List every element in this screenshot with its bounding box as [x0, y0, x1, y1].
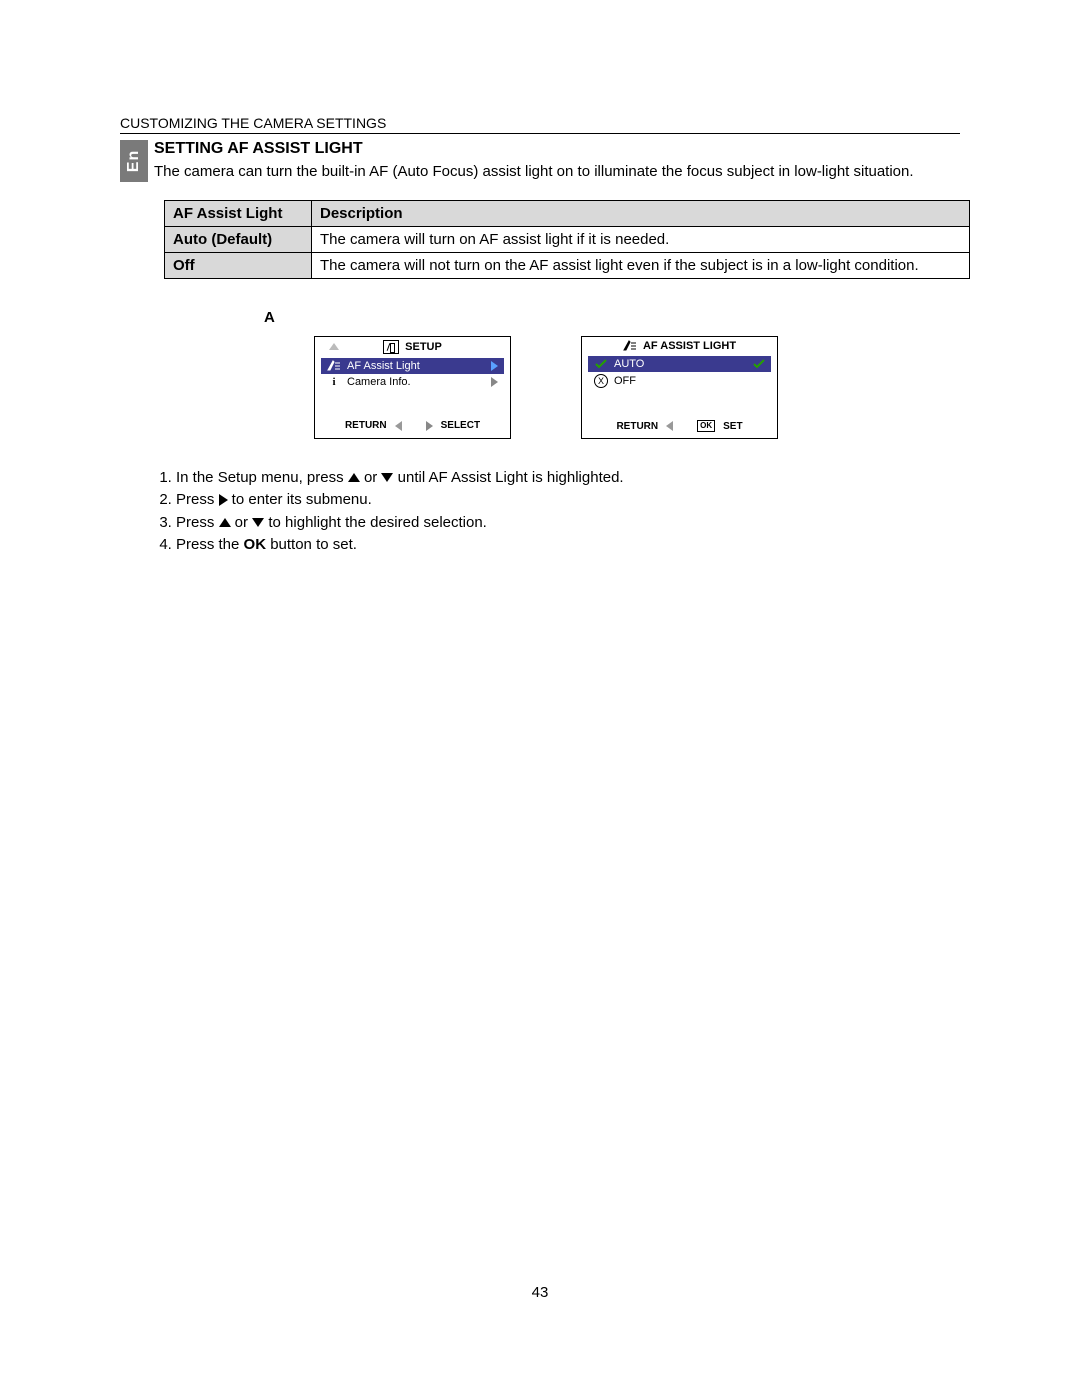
step-1: In the Setup menu, press or until AF Ass… — [176, 467, 960, 490]
language-tab: En — [120, 140, 148, 182]
figure-label: A — [264, 309, 960, 326]
menu-label: Camera Info. — [347, 376, 411, 388]
setup-panel: SETUP AF Assist Light i Camera Info — [314, 336, 511, 439]
step-text: until AF Assist Light is highlighted. — [393, 469, 623, 486]
panel-footer: RETURN SELECT — [315, 390, 510, 437]
menu-item-off[interactable]: X OFF — [588, 372, 771, 390]
col-header-name: AF Assist Light — [165, 201, 312, 227]
ok-text: OK — [244, 536, 267, 553]
table-header-row: AF Assist Light Description — [165, 201, 970, 227]
row-desc: The camera will turn on AF assist light … — [312, 227, 970, 253]
down-arrow-icon — [381, 473, 393, 482]
panel-footer: RETURN OK SET — [582, 390, 777, 438]
col-header-desc: Description — [312, 201, 970, 227]
table-row: Auto (Default) The camera will turn on A… — [165, 227, 970, 253]
row-key: Off — [165, 253, 312, 279]
chevron-right-icon — [426, 421, 433, 431]
step-2: Press to enter its submenu. — [176, 489, 960, 512]
footer-select: SELECT — [441, 420, 480, 431]
chevron-left-icon — [395, 421, 402, 431]
submenu-arrow — [491, 361, 498, 371]
up-arrow-icon — [219, 518, 231, 527]
step-text: to enter its submenu. — [228, 491, 372, 508]
chevron-left-icon — [666, 421, 673, 431]
af-assist-panel: AF ASSIST LIGHT AUTO — [581, 336, 778, 439]
instruction-list: In the Setup menu, press or until AF Ass… — [154, 467, 960, 557]
beam-icon — [623, 340, 637, 352]
x-circle-icon: X — [594, 374, 608, 388]
intro-text: The camera can turn the built-in AF (Aut… — [154, 162, 960, 182]
footer-set: SET — [723, 421, 742, 432]
page-number: 43 — [0, 1284, 1080, 1301]
menu-item-camera-info[interactable]: i Camera Info. — [321, 374, 504, 390]
chevron-up-icon — [329, 343, 339, 350]
step-text: Press the — [176, 536, 244, 553]
check-icon — [594, 358, 608, 370]
footer-return: RETURN — [345, 420, 387, 431]
panel-menu: AUTO X OFF — [588, 356, 771, 390]
options-table: AF Assist Light Description Auto (Defaul… — [164, 200, 970, 279]
section-header: CUSTOMIZING THE CAMERA SETTINGS — [120, 115, 960, 131]
row-desc: The camera will not turn on the AF assis… — [312, 253, 970, 279]
page-heading: SETTING AF ASSIST LIGHT — [154, 140, 960, 158]
panel-title-bar: AF ASSIST LIGHT — [582, 337, 777, 352]
ok-badge: OK — [697, 420, 715, 432]
down-arrow-icon — [252, 518, 264, 527]
footer-return: RETURN — [616, 421, 658, 432]
menu-item-af-assist[interactable]: AF Assist Light — [321, 358, 504, 374]
check-icon — [753, 358, 765, 370]
menu-label: OFF — [614, 375, 636, 387]
step-3: Press or to highlight the desired select… — [176, 512, 960, 535]
panel-title-bar: SETUP — [315, 337, 510, 354]
step-text: In the Setup menu, press — [176, 469, 348, 486]
screen-panels: SETUP AF Assist Light i Camera Info — [314, 336, 960, 439]
submenu-arrow — [491, 377, 498, 387]
panel-title: AF ASSIST LIGHT — [643, 340, 736, 352]
tools-icon — [383, 340, 399, 354]
step-text: Press — [176, 514, 219, 531]
step-text: or — [231, 514, 253, 531]
divider — [120, 133, 960, 134]
step-4: Press the OK button to set. — [176, 534, 960, 557]
step-text: button to set. — [266, 536, 357, 553]
step-text: Press — [176, 491, 219, 508]
right-arrow-icon — [219, 494, 228, 506]
step-text: to highlight the desired selection. — [264, 514, 487, 531]
menu-label: AF Assist Light — [347, 360, 420, 372]
up-arrow-icon — [348, 473, 360, 482]
beam-icon — [327, 360, 341, 372]
menu-item-auto[interactable]: AUTO — [588, 356, 771, 372]
chevron-right-icon — [491, 377, 498, 387]
language-label: En — [125, 150, 143, 172]
panel-title: SETUP — [405, 341, 442, 353]
chevron-right-icon — [491, 361, 498, 371]
panel-menu: AF Assist Light i Camera Info. — [321, 358, 504, 390]
row-key: Auto (Default) — [165, 227, 312, 253]
menu-label: AUTO — [614, 358, 644, 370]
info-icon: i — [327, 376, 341, 388]
step-text: or — [360, 469, 382, 486]
table-row: Off The camera will not turn on the AF a… — [165, 253, 970, 279]
